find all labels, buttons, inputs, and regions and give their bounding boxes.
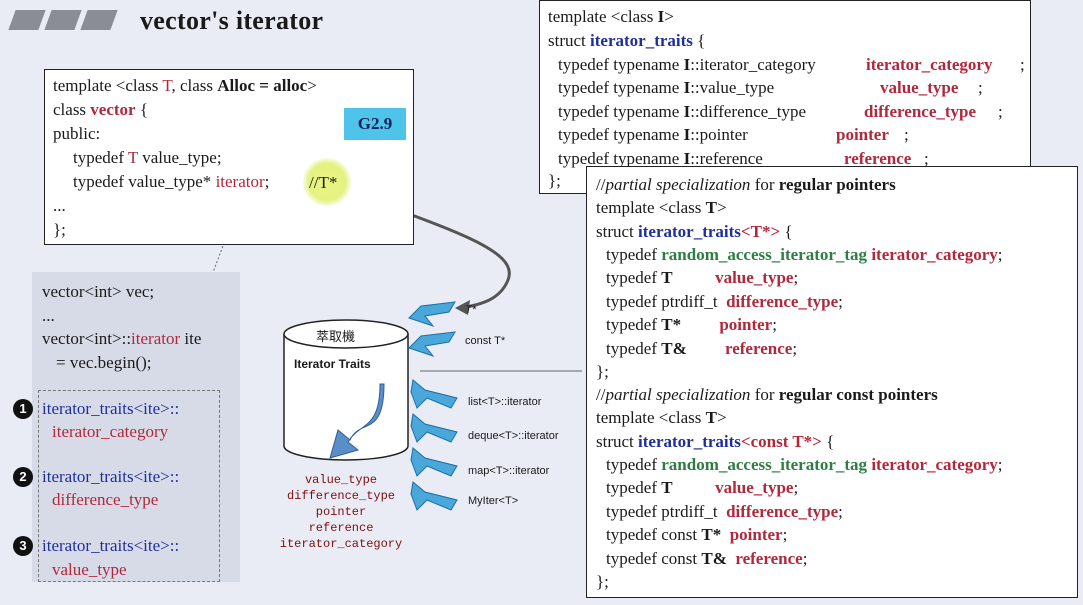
- partial-2-row-5: typedef const T& reference;: [606, 549, 808, 568]
- traits-struct-line: struct iterator_traits {: [548, 31, 706, 50]
- vector-iterator-line: typedef value_type* iterator;: [73, 172, 270, 191]
- input-map-iterator: map<T>::iterator: [468, 465, 550, 477]
- output-iterator-category: iterator_category: [279, 537, 403, 551]
- partial-struct-2: struct iterator_traits<const T*> {: [596, 432, 835, 451]
- question-3-line-b: value_type: [52, 560, 127, 579]
- vector-comment: //T*: [309, 173, 338, 192]
- arrow-map-icon: [410, 447, 458, 477]
- partial-close-2: };: [596, 572, 609, 591]
- cylinder-label: Iterator Traits: [294, 357, 371, 371]
- iterator-traits-box: template <class I> struct iterator_trait…: [539, 0, 1031, 194]
- partial-close-1: };: [596, 362, 609, 381]
- traits-outputs: value_type difference_type pointer refer…: [266, 472, 416, 552]
- traits-template-line: template <class I>: [548, 7, 674, 26]
- vector-class-line: class vector {: [53, 100, 149, 119]
- partial-template-1: template <class T>: [596, 198, 727, 217]
- question-2-number: 2: [13, 467, 33, 487]
- input-deque-iterator: deque<T>::iterator: [468, 430, 559, 442]
- partial-1-row-3: typedef ptrdiff_t difference_type;: [606, 292, 843, 311]
- usage-line-2: ...: [42, 306, 55, 325]
- partial-comment-2: //partial specialization for regular con…: [596, 385, 938, 404]
- output-reference: reference: [308, 521, 374, 535]
- question-1-line-a: iterator_traits<ite>::: [42, 399, 180, 418]
- vector-value-type-line: typedef T value_type;: [73, 148, 222, 167]
- partial-comment-1: //partial specialization for regular poi…: [596, 175, 896, 194]
- question-1-number: 1: [13, 399, 33, 419]
- partial-1-row-1: typedef random_access_iterator_tag itera…: [606, 245, 1003, 264]
- input-arrows: [408, 301, 458, 511]
- vector-class-box: template <class T, class Alloc = alloc> …: [44, 69, 414, 245]
- vector-close-line: };: [53, 220, 66, 239]
- arrow-deque-icon: [410, 413, 458, 443]
- partial-template-2: template <class T>: [596, 408, 727, 427]
- usage-line-1: vector<int> vec;: [42, 282, 155, 301]
- output-pointer: pointer: [315, 505, 367, 519]
- vector-template-line: template <class T, class Alloc = alloc>: [53, 76, 317, 95]
- arrow-t-pointer-icon: [408, 301, 456, 328]
- partial-1-row-4: typedef T* pointer;: [606, 315, 777, 334]
- traits-row-3: typedef typename I::difference_type diffe…: [558, 102, 1003, 121]
- usage-line-3: vector<int>::iterator ite: [42, 329, 202, 348]
- arrow-const-t-pointer-icon: [408, 331, 456, 358]
- question-3-number: 3: [13, 536, 33, 556]
- input-myiter: MyIter<T>: [468, 495, 519, 507]
- partial-2-row-4: typedef const T* pointer;: [606, 525, 788, 544]
- input-const-t-pointer: const T*: [465, 335, 506, 347]
- traits-row-1: typedef typename I::iterator_category ite…: [558, 55, 1025, 74]
- partial-1-row-2: typedef T value_type;: [606, 268, 799, 287]
- vector-ellipsis-line: ...: [53, 196, 66, 215]
- partial-2-row-1: typedef random_access_iterator_tag itera…: [606, 455, 1003, 474]
- partial-1-row-5: typedef T& reference;: [606, 339, 798, 358]
- output-difference-type: difference_type: [286, 489, 396, 503]
- usage-line-4: = vec.begin();: [56, 353, 152, 372]
- output-value-type: value_type: [304, 473, 377, 487]
- cylinder-top-label: 萃取機: [316, 329, 356, 344]
- traits-row-2: typedef typename I::value_type value_type…: [558, 78, 983, 97]
- vector-public-line: public:: [53, 124, 101, 143]
- question-2-line-a: iterator_traits<ite>::: [42, 467, 180, 486]
- arrow-list-icon: [410, 379, 458, 409]
- traits-close-line: };: [548, 171, 561, 190]
- partial-specialization-box: //partial specialization for regular poi…: [586, 166, 1078, 598]
- traits-row-4: typedef typename I::pointer pointer;: [558, 125, 909, 144]
- version-badge: G2.9: [344, 108, 406, 140]
- partial-struct-1: struct iterator_traits<T*> {: [596, 222, 793, 241]
- input-list-iterator: list<T>::iterator: [468, 396, 542, 408]
- partial-2-row-2: typedef T value_type;: [606, 478, 799, 497]
- arrow-myiter-icon: [410, 481, 458, 511]
- question-1-line-b: iterator_category: [52, 422, 169, 441]
- question-2-line-b: difference_type: [52, 490, 159, 509]
- partial-2-row-3: typedef ptrdiff_t difference_type;: [606, 502, 843, 521]
- input-t-pointer: T*: [465, 304, 476, 316]
- question-3-line-a: iterator_traits<ite>::: [42, 536, 180, 555]
